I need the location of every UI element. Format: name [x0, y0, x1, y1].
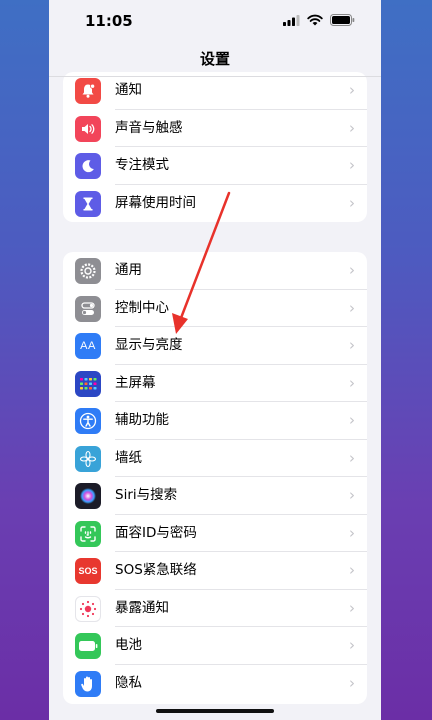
arrow-annotation: [172, 191, 231, 334]
